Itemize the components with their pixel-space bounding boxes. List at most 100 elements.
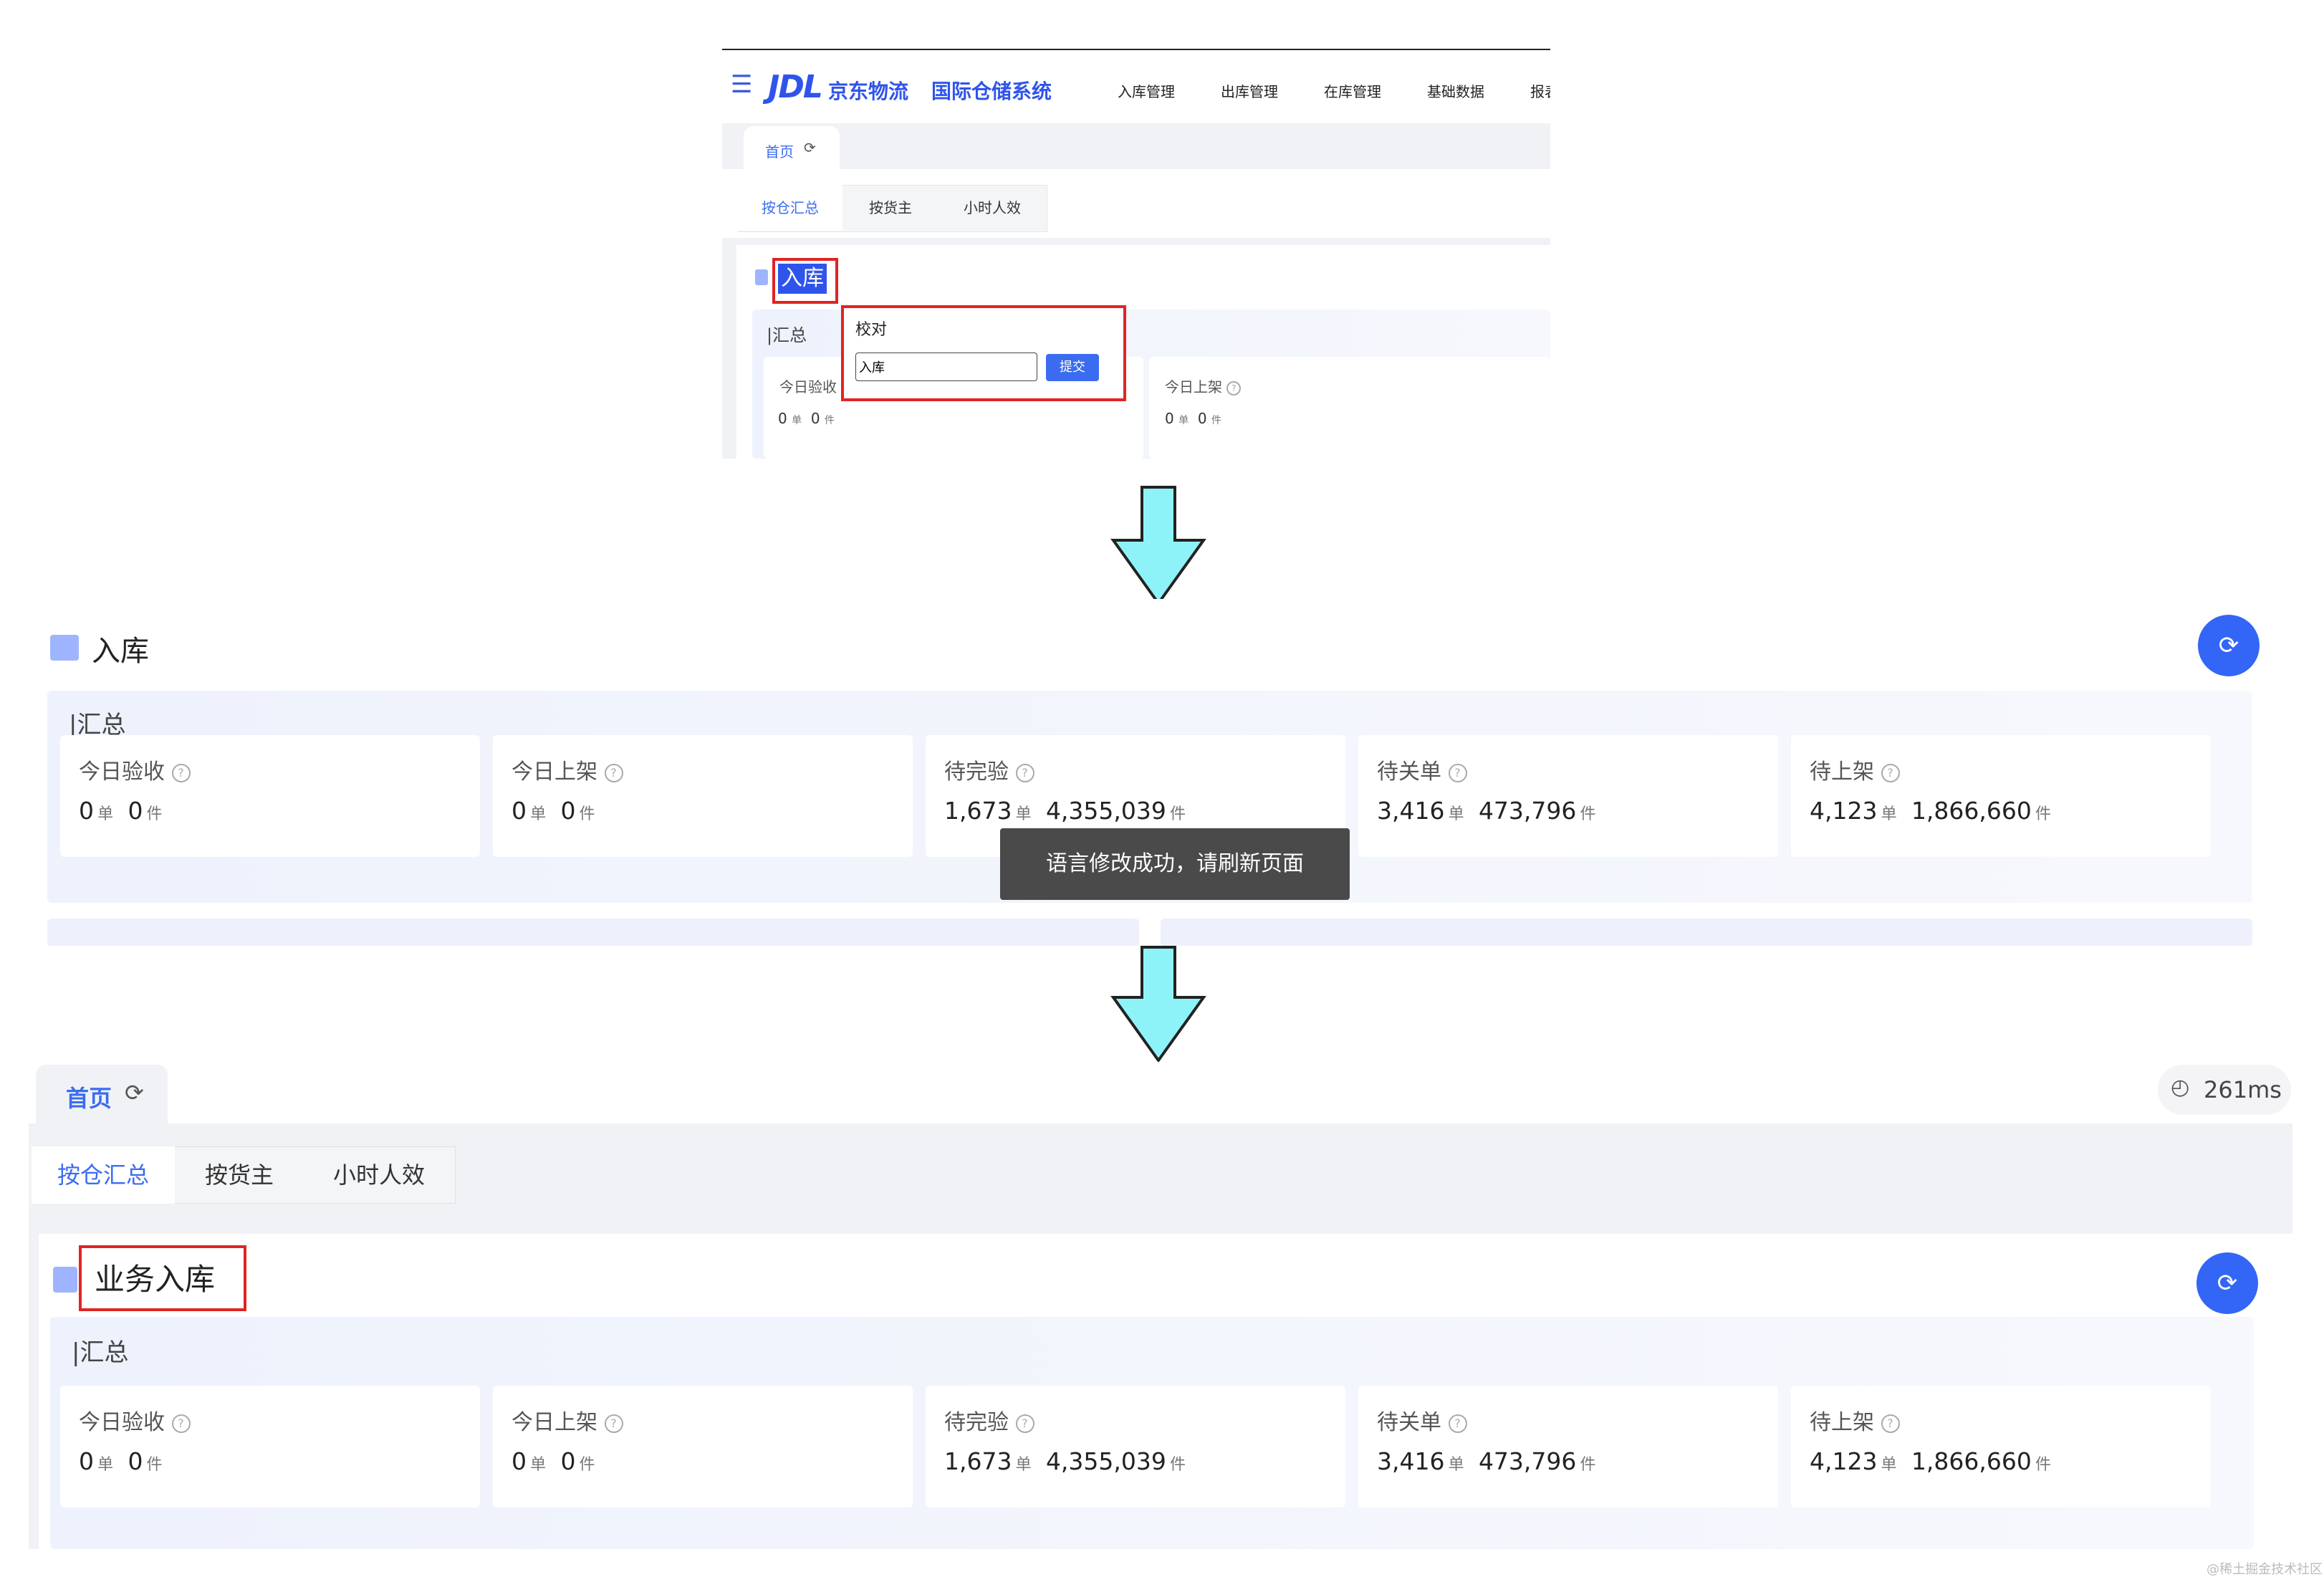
metric-values: 1,673 单 4,355,039 件 — [944, 1447, 1186, 1475]
order-unit: 单 — [1448, 805, 1464, 823]
item-unit: 件 — [146, 805, 163, 823]
help-icon[interactable]: ? — [1448, 763, 1467, 782]
item-unit: 件 — [1580, 805, 1596, 823]
metric-values: 0 单 0 件 — [512, 797, 595, 825]
home-tab[interactable]: 首页 ⟳ — [744, 126, 840, 171]
metric-label: 今日验收 ? — [79, 1404, 191, 1436]
item-count: 473,796 — [1478, 1447, 1577, 1475]
refresh-button[interactable]: ⟳ — [2196, 1252, 2258, 1314]
help-icon[interactable]: ? — [171, 763, 191, 782]
metric-values: 0 单 0 件 — [1165, 410, 1221, 427]
metric-card: 待上架 ? 4,123 单 1,866,660 件 — [1791, 735, 2211, 857]
timing-value: 261ms — [2204, 1076, 2282, 1103]
refresh-button[interactable]: ⟳ — [2198, 615, 2260, 676]
item-count: 0 — [128, 797, 143, 825]
metric-label: 今日上架 ? — [1165, 375, 1242, 396]
item-unit: 件 — [1169, 1456, 1186, 1474]
menu-icon[interactable]: ☰ — [731, 70, 752, 99]
order-unit: 单 — [530, 805, 547, 823]
help-icon[interactable]: ? — [1881, 763, 1900, 782]
item-unit: 件 — [146, 1456, 163, 1474]
home-tab-label: 首页 — [765, 143, 794, 160]
order-count: 3,416 — [1377, 1447, 1445, 1475]
toast-message: 语言修改成功，请刷新页面 — [1000, 828, 1350, 900]
section-icon — [53, 1267, 77, 1293]
logo-system: 国际仓储系统 — [931, 80, 1052, 103]
help-icon[interactable]: ? — [1881, 1414, 1900, 1433]
subtab-hourly[interactable]: 小时人效 — [938, 185, 1046, 231]
metric-label: 今日上架 ? — [512, 1404, 623, 1436]
nav-inventory[interactable]: 在库管理 — [1324, 80, 1381, 101]
help-icon[interactable]: ? — [604, 1414, 623, 1433]
nav-basedata[interactable]: 基础数据 — [1427, 80, 1484, 101]
item-unit: 件 — [2035, 805, 2051, 823]
item-count: 4,355,039 — [1045, 1447, 1166, 1475]
order-count: 1,673 — [944, 797, 1012, 825]
section-title-selected[interactable]: 入库 — [778, 264, 827, 294]
order-unit: 单 — [1015, 1456, 1032, 1474]
item-count: 473,796 — [1478, 797, 1577, 825]
summary-label: |汇总 — [72, 1338, 129, 1367]
order-count: 0 — [79, 797, 94, 825]
logo-brand: 京东物流 — [828, 80, 909, 103]
metric-label: 待上架 ? — [1810, 754, 1900, 785]
submit-button[interactable]: 提交 — [1046, 354, 1099, 381]
metric-card: 待关单 ? 3,416 单 473,796 件 — [1358, 1386, 1778, 1507]
order-unit: 单 — [1881, 1456, 1897, 1474]
order-count: 1,673 — [944, 1447, 1012, 1475]
metric-card: 今日上架 ? 0 单 0 件 — [493, 735, 913, 857]
item-count: 0 — [560, 797, 576, 825]
metric-card-2 — [1149, 357, 1550, 459]
section-icon — [755, 269, 768, 285]
metric-values: 0 单 0 件 — [79, 797, 163, 825]
help-icon[interactable]: ? — [1015, 1414, 1034, 1433]
help-icon[interactable]: ? — [1448, 1414, 1467, 1433]
item-unit: 件 — [2035, 1456, 2051, 1474]
refresh-small-icon[interactable]: ⟳ — [804, 139, 816, 156]
arrow-down-icon — [1110, 946, 1206, 1063]
nav-report[interactable]: 报表 — [1530, 80, 1550, 101]
order-count: 0 — [512, 1447, 527, 1475]
metric-label: 今日验收 ? — [79, 754, 191, 785]
metric-label: 待关单 ? — [1377, 754, 1467, 785]
order-count: 4,123 — [1810, 1447, 1878, 1475]
order-unit: 单 — [530, 1456, 547, 1474]
item-count: 1,866,660 — [1911, 797, 2032, 825]
metric-label: 待上架 ? — [1810, 1404, 1900, 1436]
section-icon — [50, 635, 79, 661]
subtab-owner[interactable]: 按货主 — [175, 1146, 304, 1204]
item-unit: 件 — [1580, 1456, 1596, 1474]
item-unit: 件 — [1169, 805, 1186, 823]
help-icon[interactable]: ? — [171, 1414, 191, 1433]
proofread-input[interactable] — [855, 353, 1037, 381]
home-tab[interactable]: 首页 ⟳ — [36, 1065, 168, 1125]
subtab-hourly[interactable]: 小时人效 — [304, 1146, 454, 1204]
metric-card: 待完验 ? 1,673 单 4,355,039 件 — [926, 1386, 1345, 1507]
metric-values: 4,123 单 1,866,660 件 — [1810, 797, 2051, 825]
timing-badge: ◴ 261ms — [2158, 1065, 2291, 1115]
section-title: 业务入库 — [95, 1262, 216, 1297]
order-count: 0 — [512, 797, 527, 825]
metric-label: 待完验 ? — [944, 754, 1034, 785]
metric-values: 3,416 单 473,796 件 — [1377, 797, 1596, 825]
subtab-warehouse[interactable]: 按仓汇总 — [32, 1146, 175, 1204]
help-icon[interactable]: ? — [604, 763, 623, 782]
subtab-owner[interactable]: 按货主 — [842, 185, 938, 231]
order-count: 3,416 — [1377, 797, 1445, 825]
refresh-small-icon[interactable]: ⟳ — [125, 1079, 144, 1106]
order-unit: 单 — [97, 805, 114, 823]
home-tab-label: 首页 — [66, 1085, 112, 1112]
arrow-down-icon — [1110, 486, 1206, 606]
metric-label: 今日验收 — [779, 378, 837, 396]
order-count: 4,123 — [1810, 797, 1878, 825]
order-unit: 单 — [1015, 805, 1032, 823]
top-border — [722, 49, 1550, 50]
order-unit: 单 — [1448, 1456, 1464, 1474]
metric-card: 今日验收 ? 0 单 0 件 — [60, 1386, 480, 1507]
item-count: 4,355,039 — [1045, 797, 1166, 825]
help-icon[interactable]: ? — [1015, 763, 1034, 782]
nav-outbound[interactable]: 出库管理 — [1221, 80, 1278, 101]
subtab-warehouse[interactable]: 按仓汇总 — [738, 185, 842, 231]
nav-inbound[interactable]: 入库管理 — [1118, 80, 1175, 101]
section-title: 入库 — [92, 635, 149, 668]
